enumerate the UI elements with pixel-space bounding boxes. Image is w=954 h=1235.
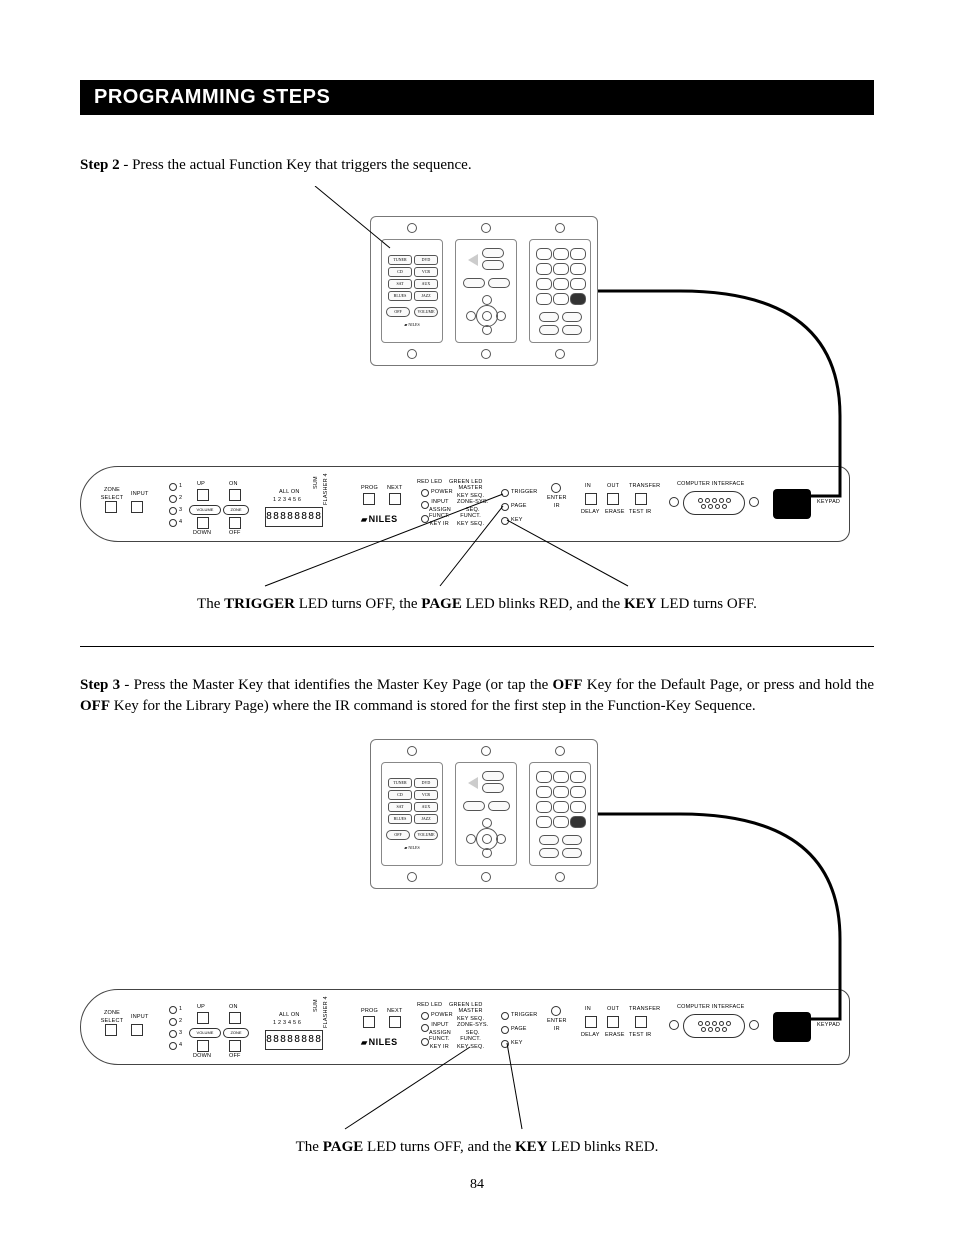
lbl-zone-4: 4	[179, 519, 182, 527]
lbl-down: DOWN	[193, 530, 211, 538]
lbl-next: NEXT	[387, 485, 402, 493]
rear-panel-diagram: ZONE SELECT INPUT 1 2 3 4 UP ON VOLUME Z…	[80, 466, 850, 542]
lbl-trigger: TRIGGER	[511, 489, 537, 497]
step2-caption: The TRIGGER LED turns OFF, the PAGE LED …	[80, 594, 874, 615]
lbl-zone-2: 2	[179, 495, 182, 503]
step3-b2: OFF	[80, 698, 110, 714]
lbl-power: POWER	[431, 489, 453, 497]
kp-off: OFF	[386, 307, 410, 317]
lbl-prog: PROG	[361, 485, 378, 493]
lbl-sum: SUM	[313, 476, 321, 489]
keypad-port	[773, 489, 811, 519]
lbl-funct-key-ir: FUNCT. KEY IR	[429, 513, 450, 528]
lbl-flasher: FLASHER 4	[323, 473, 331, 505]
step3-block: Step 3 - Press the Master Key that ident…	[80, 675, 874, 1159]
lbl-keypad: KEYPAD	[817, 499, 840, 507]
lbl-test-ir: TEST IR	[629, 509, 651, 517]
keypad-col-numeric	[529, 239, 591, 343]
lbl-enter-ir: ENTER IR	[547, 495, 567, 510]
step3-t3: Key for the Library Page) where the IR c…	[110, 698, 756, 714]
keypad-col-nav	[455, 239, 517, 343]
step2-figure: TUNER DVD CD VCR SAT AUX BLUES JAZZ OFF …	[80, 186, 874, 616]
section-title-bar: PROGRAMMING STEPS	[80, 80, 874, 115]
lbl-input: INPUT	[131, 491, 149, 499]
lbl-key: KEY	[511, 517, 523, 525]
db9-port	[683, 491, 745, 515]
step2-text: - Press the actual Function Key that tri…	[120, 157, 472, 173]
lbl-transfer: TRANSFER	[629, 483, 660, 491]
lbl-red-led: RED LED	[417, 479, 442, 487]
lbl-erase: ERASE	[605, 509, 625, 517]
step2-paragraph: Step 2 - Press the actual Function Key t…	[80, 155, 874, 176]
kp-src-7: BLUES	[388, 291, 412, 301]
lbl-page: PAGE	[511, 503, 527, 511]
separator-rule	[80, 646, 874, 647]
lbl-out: OUT	[607, 483, 619, 491]
lbl-up: UP	[197, 481, 205, 489]
step2-block: Step 2 - Press the actual Function Key t…	[80, 155, 874, 647]
lbl-zone-1: 1	[179, 483, 182, 491]
step2-label: Step 2	[80, 157, 120, 173]
lbl-zone-3: 3	[179, 507, 182, 515]
btn-volume: VOLUME	[189, 505, 221, 515]
keypad-col-sources: TUNER DVD CD VCR SAT AUX BLUES JAZZ OFF …	[381, 239, 443, 343]
lbl-off: OFF	[229, 530, 241, 538]
kp-src-2: DVD	[414, 255, 438, 265]
step3-b1: OFF	[553, 677, 583, 693]
kp-src-3: CD	[388, 267, 412, 277]
niles-logo: NILES	[361, 513, 398, 526]
step3-t1: - Press the Master Key that identifies t…	[120, 677, 552, 693]
step3-paragraph: Step 3 - Press the Master Key that ident…	[80, 675, 874, 717]
kp-brand-1: ▰ NILES	[404, 322, 419, 328]
segment-display: 88888888	[265, 507, 323, 527]
kp-src-5: SAT	[388, 279, 412, 289]
lbl-delay: DELAY	[581, 509, 600, 517]
step3-label: Step 3	[80, 677, 120, 693]
step3-caption: The PAGE LED turns OFF, and the KEY LED …	[80, 1137, 874, 1158]
kp-volume: VOLUME	[414, 307, 438, 317]
rear-panel-diagram-2: ZONE SELECT INPUT 1 2 3 4 UP ON VOLUME Z…	[80, 989, 850, 1065]
section-title-text: PROGRAMMING STEPS	[94, 86, 330, 108]
step3-figure: TUNERDVD CDVCR SATAUX BLUESJAZZ OFF VOLU…	[80, 729, 874, 1159]
kp-src-8: JAZZ	[414, 291, 438, 301]
step3-t2: Key for the Default Page, or press and h…	[583, 677, 874, 693]
lbl-in: IN	[585, 483, 591, 491]
lbl-on: ON	[229, 481, 238, 489]
lbl-funct-key-seq: FUNCT. KEY SEQ.	[457, 513, 484, 528]
page-number: 84	[0, 1177, 954, 1193]
kp-src-1: TUNER	[388, 255, 412, 265]
btn-zone: ZONE	[223, 505, 249, 515]
kp-src-6: AUX	[414, 279, 438, 289]
lbl-all-on: ALL ON	[279, 489, 300, 497]
keypad-diagram-2: TUNERDVD CDVCR SATAUX BLUESJAZZ OFF VOLU…	[370, 739, 598, 889]
keypad-diagram: TUNER DVD CD VCR SAT AUX BLUES JAZZ OFF …	[370, 216, 598, 366]
lbl-computer-interface: COMPUTER INTERFACE	[677, 481, 744, 489]
lbl-nums: 1 2 3 4 5 6	[273, 497, 301, 505]
kp-src-4: VCR	[414, 267, 438, 277]
